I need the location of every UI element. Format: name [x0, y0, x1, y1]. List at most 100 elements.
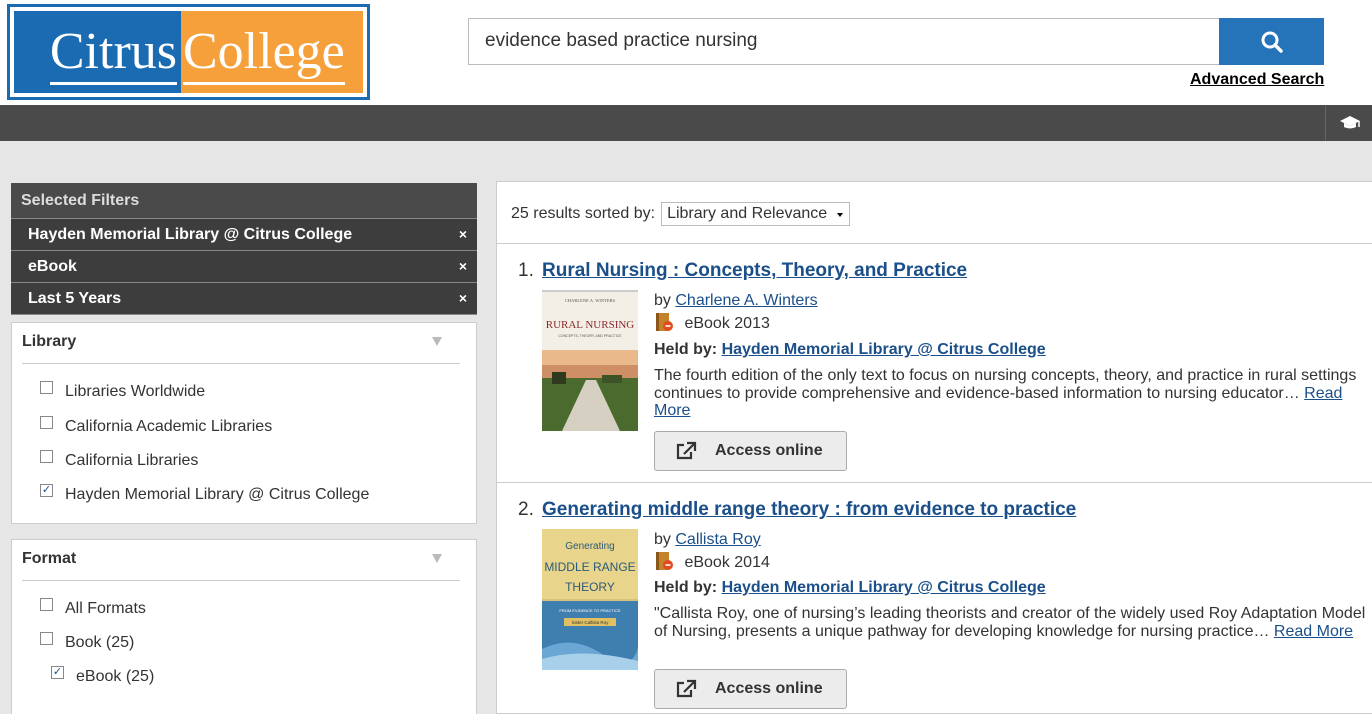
format-option-all[interactable]: All Formats: [40, 597, 146, 618]
author-link[interactable]: Callista Roy: [675, 531, 760, 548]
selected-filters-title: Selected Filters: [11, 183, 477, 219]
checkbox-checked[interactable]: ✓: [51, 665, 64, 679]
result-format-line: eBook 2014: [654, 551, 770, 572]
divider: [22, 580, 460, 581]
result-title-link[interactable]: Rural Nursing : Concepts, Theory, and Pr…: [542, 260, 967, 282]
library-option-label: California Academic Libraries: [65, 418, 273, 435]
library-option-label: California Libraries: [65, 452, 199, 469]
filter-chip-last-5-years: Last 5 Years ×: [11, 283, 477, 315]
library-option-ca-academic[interactable]: California Academic Libraries: [40, 415, 273, 436]
book-cover-image[interactable]: CHARLENE A. WINTERS RURAL NURSING CONCEP…: [542, 290, 638, 431]
format-option-book[interactable]: Book (25): [40, 631, 135, 652]
library-option-ca-libraries[interactable]: California Libraries: [40, 449, 199, 470]
search-icon: [1261, 31, 1283, 53]
result-item: 2. Generating middle range theory : from…: [497, 483, 1372, 714]
library-facet-header[interactable]: Library: [12, 323, 476, 363]
cover-title-line-2: MIDDLE RANGE: [544, 560, 635, 574]
filter-chip-library: Hayden Memorial Library @ Citrus College…: [11, 219, 477, 251]
selected-filters-panel: Selected Filters Hayden Memorial Library…: [11, 183, 477, 315]
filter-chip-ebook: eBook ×: [11, 251, 477, 283]
author-prefix: by: [654, 292, 671, 309]
access-online-label: Access online: [715, 680, 823, 697]
format-option-label: eBook (25): [76, 668, 155, 685]
checkbox-checked[interactable]: ✓: [40, 483, 53, 497]
result-author-line: by Charlene A. Winters: [654, 292, 818, 310]
results-panel: 25 results sorted by: Library and Releva…: [496, 181, 1372, 714]
ebook-icon: [656, 313, 673, 331]
format-option-ebook[interactable]: ✓ eBook (25): [51, 665, 155, 686]
result-item: 1. Rural Nursing : Concepts, Theory, and…: [497, 244, 1372, 482]
format-option-label: All Formats: [65, 600, 146, 617]
cover-title-line-1: Generating: [565, 541, 614, 552]
format-facet: Format All Formats Book (25) ✓ eBook (25…: [11, 539, 477, 714]
format-label: eBook: [684, 554, 730, 571]
remove-filter-icon[interactable]: ×: [459, 226, 467, 242]
held-by-line: Held by: Hayden Memorial Library @ Citru…: [654, 579, 1046, 597]
checkbox[interactable]: [40, 415, 53, 429]
divider: [22, 363, 460, 364]
header: Citrus College evidence based practice n…: [0, 0, 1372, 105]
collapse-caret-icon[interactable]: [432, 337, 442, 346]
library-option-label: Libraries Worldwide: [65, 383, 206, 400]
ebook-icon: [656, 552, 673, 570]
cover-author: CHARLENE A. WINTERS: [565, 298, 616, 303]
remove-filter-icon[interactable]: ×: [459, 290, 467, 306]
advanced-search-link[interactable]: Advanced Search: [1190, 71, 1324, 89]
external-link-icon: [676, 679, 697, 698]
search-button[interactable]: [1219, 18, 1324, 65]
format-label: eBook: [684, 315, 730, 332]
access-online-label: Access online: [715, 442, 823, 459]
library-option-label: Hayden Memorial Library @ Citrus College: [65, 486, 370, 503]
access-online-button[interactable]: Access online: [654, 669, 847, 709]
format-option-label: Book (25): [65, 634, 135, 651]
held-by-library-link[interactable]: Hayden Memorial Library @ Citrus College: [722, 579, 1046, 596]
result-number: 2.: [518, 499, 534, 520]
result-number: 1.: [518, 260, 534, 281]
logo-text-citrus: Citrus: [49, 25, 177, 85]
cover-subtitle: CONCEPTS, THEORY, AND PRACTICE: [558, 334, 622, 338]
library-facet: Library Libraries Worldwide California A…: [11, 322, 477, 524]
citrus-college-logo[interactable]: Citrus College: [7, 4, 370, 100]
filter-chip-label: Hayden Memorial Library @ Citrus College: [28, 226, 353, 243]
graduation-cap-icon[interactable]: [1339, 114, 1361, 132]
checkbox[interactable]: [40, 597, 53, 611]
library-option-worldwide[interactable]: Libraries Worldwide: [40, 380, 206, 401]
author-link[interactable]: Charlene A. Winters: [675, 292, 817, 309]
nav-divider: [1325, 105, 1326, 141]
sort-select-value: Library and Relevance: [667, 205, 828, 222]
filter-chip-label: Last 5 Years: [28, 290, 122, 307]
description-text: The fourth edition of the only text to f…: [654, 367, 1357, 402]
results-count: 25 results sorted by:: [511, 205, 656, 222]
sort-select[interactable]: Library and Relevance: [661, 202, 851, 226]
dropdown-arrow-icon: [837, 213, 844, 217]
read-more-link[interactable]: Read More: [1274, 623, 1353, 640]
book-cover-image[interactable]: Generating MIDDLE RANGE THEORY FROM EVID…: [542, 529, 638, 670]
result-author-line: by Callista Roy: [654, 531, 761, 549]
publication-year: 2014: [734, 554, 770, 571]
result-format-line: eBook 2013: [654, 312, 770, 333]
description-text: "Callista Roy, one of nursing’s leading …: [654, 605, 1366, 640]
filter-chip-label: eBook: [28, 258, 77, 275]
held-by-label: Held by:: [654, 341, 718, 358]
results-sort-row: 25 results sorted by: Library and Releva…: [511, 202, 851, 226]
publication-year: 2013: [734, 315, 770, 332]
cover-subtitle: FROM EVIDENCE TO PRACTICE: [559, 608, 621, 613]
cover-author: Sister Callista Roy: [572, 620, 610, 625]
held-by-line: Held by: Hayden Memorial Library @ Citru…: [654, 341, 1046, 359]
cover-title-line-3: THEORY: [565, 580, 615, 594]
format-facet-title: Format: [22, 550, 77, 567]
collapse-caret-icon[interactable]: [432, 554, 442, 563]
checkbox[interactable]: [40, 631, 53, 645]
access-online-button[interactable]: Access online: [654, 431, 847, 471]
format-facet-header[interactable]: Format: [12, 540, 476, 580]
checkbox[interactable]: [40, 449, 53, 463]
held-by-library-link[interactable]: Hayden Memorial Library @ Citrus College: [722, 341, 1046, 358]
checkbox[interactable]: [40, 380, 53, 394]
nav-bar: [0, 105, 1372, 141]
external-link-icon: [676, 441, 697, 460]
library-facet-title: Library: [22, 333, 77, 350]
search-input[interactable]: evidence based practice nursing: [468, 18, 1220, 65]
library-option-hayden[interactable]: ✓ Hayden Memorial Library @ Citrus Colle…: [40, 483, 370, 504]
result-title-link[interactable]: Generating middle range theory : from ev…: [542, 499, 1076, 521]
remove-filter-icon[interactable]: ×: [459, 258, 467, 274]
